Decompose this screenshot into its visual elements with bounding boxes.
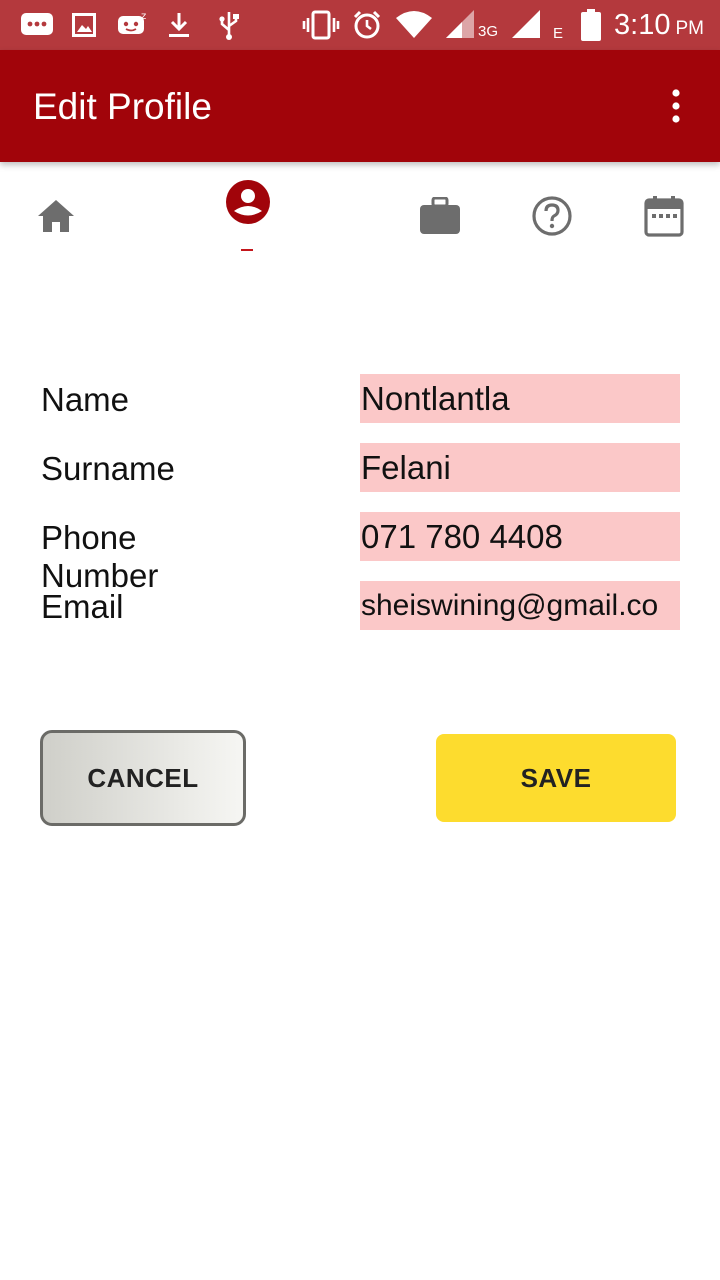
nav-help[interactable] xyxy=(526,192,578,244)
surname-label: Surname xyxy=(41,450,175,487)
network-type-e: E xyxy=(553,24,564,42)
nav-calendar[interactable] xyxy=(638,192,690,244)
download-icon xyxy=(166,8,192,42)
signal-icon xyxy=(510,8,544,42)
svg-text:z: z xyxy=(141,11,146,22)
signal-icon xyxy=(444,8,478,42)
overflow-menu-button[interactable] xyxy=(656,84,696,132)
phone-label: Phone Number xyxy=(41,519,159,594)
home-icon xyxy=(36,198,76,239)
active-tab-indicator xyxy=(241,249,253,251)
message-icon xyxy=(20,8,54,42)
icon-nav-bar xyxy=(0,162,720,272)
clock-time: 3:10 xyxy=(614,9,671,41)
wifi-icon xyxy=(394,8,434,42)
app-bar: Edit Profile xyxy=(0,50,720,162)
account-circle-icon xyxy=(225,179,271,230)
clock-ampm: PM xyxy=(675,18,705,39)
image-icon xyxy=(72,8,96,42)
usb-icon xyxy=(218,8,240,42)
status-bar: z 3G E 3:10 PM xyxy=(0,0,720,50)
more-vert-icon xyxy=(656,84,696,132)
page-title: Edit Profile xyxy=(33,86,212,127)
phone-field[interactable] xyxy=(360,512,680,561)
briefcase-icon xyxy=(419,196,461,240)
save-button[interactable]: SAVE xyxy=(436,734,676,822)
status-clock: 3:10 PM xyxy=(614,8,704,42)
calendar-icon xyxy=(644,195,684,242)
surname-field[interactable] xyxy=(360,443,680,492)
name-label: Name xyxy=(41,381,130,418)
nav-profile[interactable] xyxy=(222,178,274,230)
nav-home[interactable] xyxy=(30,192,82,244)
email-field[interactable] xyxy=(360,581,680,630)
notification-app-icon: z xyxy=(116,8,150,42)
nav-jobs[interactable] xyxy=(414,192,466,244)
vibrate-icon xyxy=(302,8,340,42)
alarm-icon xyxy=(352,8,382,42)
cancel-button[interactable]: CANCEL xyxy=(40,730,246,826)
email-label: Email xyxy=(41,588,124,625)
network-type-3g: 3G xyxy=(478,22,499,40)
name-field[interactable] xyxy=(360,374,680,423)
help-icon xyxy=(531,195,573,242)
battery-icon xyxy=(580,8,602,42)
